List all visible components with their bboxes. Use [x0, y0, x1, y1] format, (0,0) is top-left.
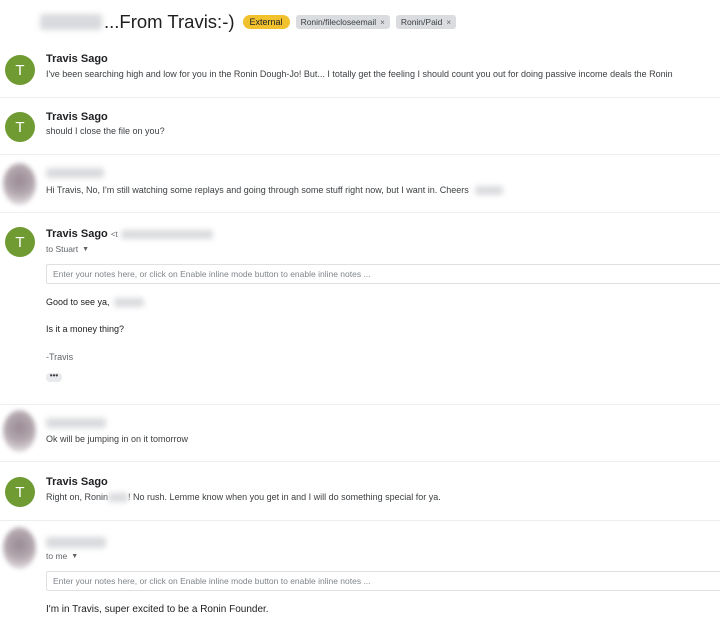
label-ronin-paid-text: Ronin/Paid	[400, 17, 443, 27]
chevron-down-icon[interactable]: ▼	[82, 246, 89, 253]
sender-name: Travis Sago	[46, 53, 108, 65]
recipient-details[interactable]: to me ▼	[46, 551, 78, 561]
subject-row: ...From Travis:-) External Ronin/fileclo…	[40, 8, 457, 36]
remove-label-icon[interactable]: ×	[380, 18, 385, 27]
message-snippet: Hi Travis, No, I'm still watching some r…	[46, 185, 504, 196]
redacted-sender-name	[46, 537, 106, 548]
body-line: Is it a money thing?	[46, 324, 125, 334]
redacted-name	[108, 493, 129, 503]
signature: -Travis	[46, 352, 74, 362]
remove-label-icon[interactable]: ×	[446, 18, 451, 27]
sender-name: Travis Sago	[46, 111, 108, 123]
redacted-sender-name	[46, 418, 106, 428]
message-expanded: to me ▼ Enter your notes here, or click …	[0, 521, 720, 618]
show-trimmed-content-button[interactable]: •••	[46, 372, 62, 382]
label-ronin-filecloseemail-text: Ronin/filecloseemail	[300, 17, 377, 27]
avatar: T	[5, 112, 35, 142]
avatar	[3, 527, 36, 569]
body-line: I'm in Travis, super excited to be a Ron…	[46, 604, 269, 615]
subject-title: ...From Travis:-)	[104, 11, 235, 32]
sender-name: Travis Sago	[46, 476, 108, 488]
avatar	[3, 163, 36, 205]
redacted-email	[120, 229, 213, 239]
avatar: T	[5, 227, 35, 257]
message-collapsed[interactable]: T Travis Sago Right on, Ronin ! No rush. …	[0, 469, 720, 519]
sender-header: Travis Sago <t	[46, 228, 213, 240]
redacted-name	[475, 186, 504, 196]
recipient-text: to me	[46, 551, 68, 561]
body-line: Good to see ya,	[46, 297, 145, 308]
message-snippet-text: Right on, Ronin	[46, 492, 109, 502]
sender-email: <t	[110, 230, 118, 239]
redacted-name	[114, 298, 145, 308]
message-snippet: should I close the file on you?	[46, 126, 165, 136]
message-snippet: Right on, Ronin ! No rush. Lemme know whe…	[46, 492, 441, 503]
divider	[0, 97, 720, 98]
redacted-sender-name	[46, 168, 104, 178]
sender-name: Travis Sago	[46, 228, 108, 240]
recipient-details[interactable]: to Stuart ▼	[46, 244, 89, 254]
chevron-down-icon[interactable]: ▼	[71, 553, 78, 560]
label-ronin-paid[interactable]: Ronin/Paid ×	[395, 15, 457, 29]
message-collapsed[interactable]: Hi Travis, No, I'm still watching some r…	[0, 155, 720, 211]
avatar: T	[5, 55, 35, 85]
recipient-text: to Stuart	[46, 244, 79, 254]
message-collapsed[interactable]: T Travis Sago I've been searching high a…	[0, 46, 720, 98]
message-snippet: Ok will be jumping in on it tomorrow	[46, 434, 189, 444]
message-snippet: I've been searching high and low for you…	[46, 69, 673, 79]
message-collapsed[interactable]: Ok will be jumping in on it tomorrow	[0, 405, 720, 460]
notes-input[interactable]: Enter your notes here, or click on Enabl…	[46, 571, 720, 591]
avatar: T	[5, 477, 35, 507]
label-ronin-filecloseemail[interactable]: Ronin/filecloseemail ×	[295, 15, 390, 29]
message-collapsed[interactable]: T Travis Sago should I close the file on…	[0, 104, 720, 154]
message-snippet-text: Hi Travis, No, I'm still watching some r…	[46, 185, 469, 195]
external-label[interactable]: External	[242, 15, 290, 29]
message-snippet-text: ! No rush. Lemme know when you get in an…	[128, 492, 441, 502]
notes-input[interactable]: Enter your notes here, or click on Enabl…	[46, 264, 720, 284]
message-expanded: T Travis Sago <t to Stuart ▼ Enter your …	[0, 213, 720, 403]
body-line-text: Good to see ya,	[46, 297, 110, 307]
divider	[0, 461, 720, 462]
avatar	[3, 410, 36, 452]
redacted-subject-prefix	[40, 14, 102, 30]
